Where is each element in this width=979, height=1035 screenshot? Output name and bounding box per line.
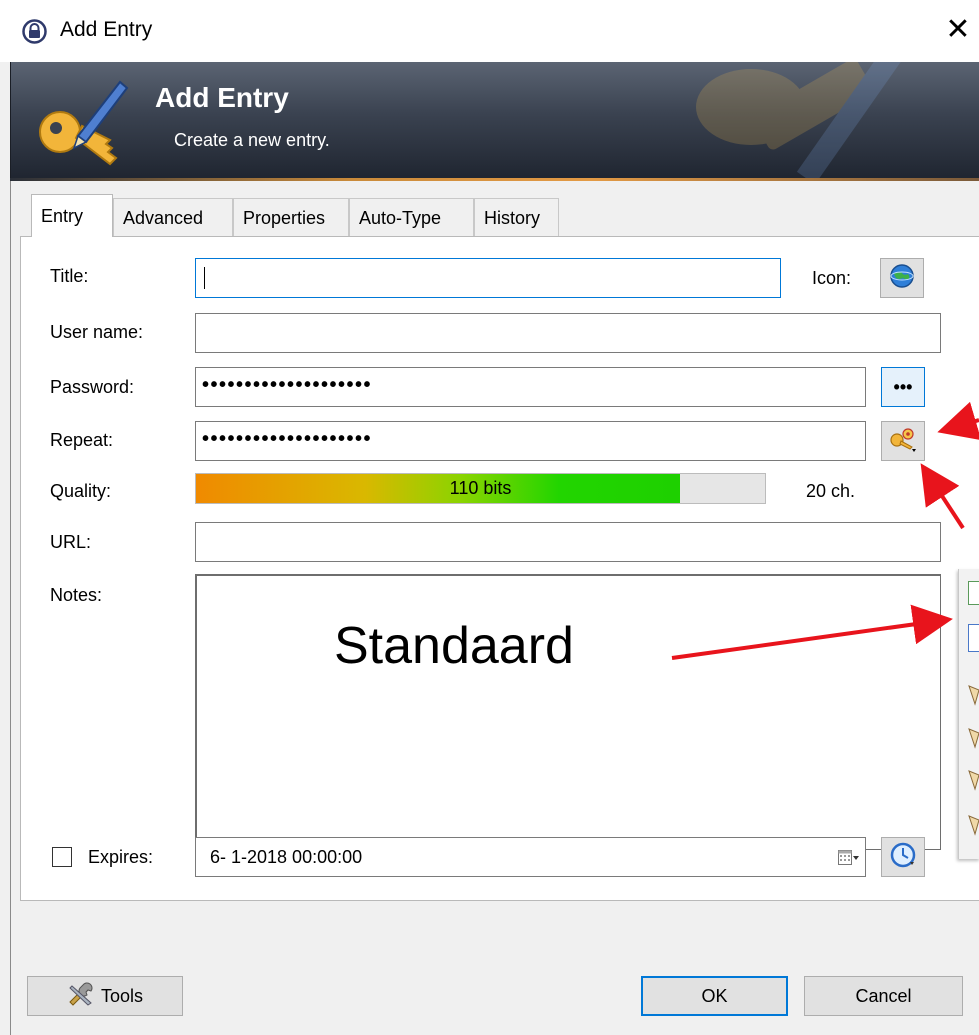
icon-picker-button[interactable] (880, 258, 924, 298)
banner-watermark-icon (696, 62, 901, 179)
username-input[interactable] (195, 313, 941, 353)
globe-icon (889, 263, 915, 294)
key-pen-icon (34, 72, 134, 172)
password-generator-icon (888, 425, 918, 458)
url-input[interactable] (195, 522, 941, 562)
profile-key-icon[interactable] (967, 769, 979, 791)
repeat-label: Repeat: (50, 430, 114, 450)
quality-bits-text: 110 bits (449, 478, 512, 498)
expires-label: Expires: (88, 847, 154, 867)
tab-entry[interactable]: Entry (31, 194, 113, 237)
password-label: Password: (50, 377, 135, 397)
header-banner (10, 62, 979, 179)
profile-key-icon[interactable] (967, 814, 979, 836)
menu-item-open-generator[interactable] (968, 581, 979, 605)
banner-subtitle: Create a new entry. (174, 130, 330, 150)
expiry-date-picker[interactable]: 6- 1-2018 00:00:00 (195, 837, 866, 877)
username-label: User name: (50, 322, 144, 342)
generator-dropdown-menu (958, 569, 979, 859)
cancel-button[interactable]: Cancel (804, 976, 963, 1016)
password-quality-bar: 110 bits (195, 473, 766, 504)
title-label: Title: (50, 266, 89, 286)
keepass-lock-icon (22, 19, 47, 44)
annotation-label: Standaard (334, 617, 574, 675)
title-input[interactable] (195, 258, 781, 298)
tools-icon (67, 982, 95, 1011)
menu-item-standaard[interactable] (968, 624, 979, 652)
close-button[interactable]: ✕ (938, 12, 978, 47)
show-password-button[interactable]: ••• (881, 367, 925, 407)
banner-title: Add Entry (155, 82, 289, 113)
character-count: 20 ch. (806, 481, 856, 501)
password-generator-button[interactable] (881, 421, 925, 461)
tab-auto-type[interactable]: Auto-Type (349, 198, 474, 236)
calendar-icon[interactable] (838, 850, 860, 871)
icon-label: Icon: (812, 268, 852, 288)
url-label: URL: (50, 532, 92, 552)
ok-button[interactable]: OK (641, 976, 788, 1016)
tab-properties[interactable]: Properties (233, 198, 349, 236)
text-cursor (204, 267, 205, 289)
tab-advanced[interactable]: Advanced (113, 198, 233, 236)
clock-icon (890, 842, 916, 873)
tab-history[interactable]: History (474, 198, 559, 236)
expiry-date-value: 6- 1-2018 00:00:00 (210, 847, 363, 867)
repeat-password-input[interactable]: •••••••••••••••••••• (195, 421, 866, 461)
window-title: Add Entry (60, 18, 153, 41)
expiry-presets-button[interactable] (881, 837, 925, 877)
notes-label: Notes: (50, 585, 103, 605)
profile-key-icon[interactable] (967, 727, 979, 749)
quality-label: Quality: (50, 481, 112, 501)
profile-key-icon[interactable] (967, 684, 979, 706)
expires-checkbox[interactable] (52, 847, 72, 867)
password-input[interactable]: •••••••••••••••••••• (195, 367, 866, 407)
tools-button-label: Tools (100, 985, 144, 1006)
tools-button[interactable]: Tools (27, 976, 183, 1016)
